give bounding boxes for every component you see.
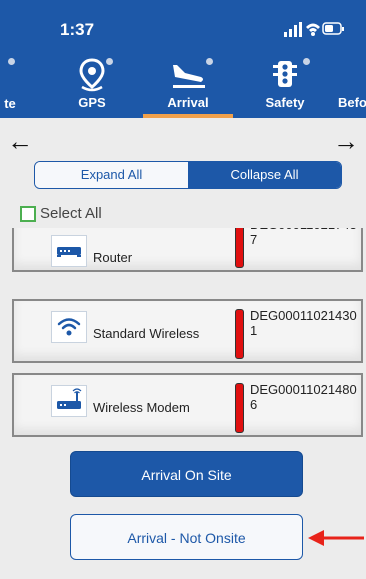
tab-indicator-dot bbox=[206, 58, 213, 65]
device-card-standard-wireless[interactable]: Standard Wireless DEG000110214301 bbox=[12, 299, 363, 363]
status-indicator bbox=[235, 383, 244, 433]
device-card-router[interactable]: Router DEG000110217437 bbox=[12, 228, 363, 272]
tab-gps[interactable]: GPS bbox=[60, 55, 124, 117]
device-list: Router DEG000110217437 Standard Wireless… bbox=[0, 228, 366, 453]
app-header: 1:37 te GPS Arrival Safety Befo bbox=[0, 0, 366, 118]
wifi-icon bbox=[51, 311, 87, 343]
device-name: Standard Wireless bbox=[93, 326, 200, 341]
tab-indicator-dot bbox=[8, 58, 15, 65]
tab-indicator-dot bbox=[106, 58, 113, 65]
tab-label: Befo bbox=[338, 95, 366, 110]
tab-label: Arrival bbox=[167, 95, 209, 110]
tab-label: GPS bbox=[78, 95, 106, 110]
tab-label: Safety bbox=[265, 95, 305, 110]
status-icons bbox=[284, 22, 344, 37]
status-bar: 1:37 bbox=[0, 0, 366, 62]
tab-partial-right[interactable]: Befo bbox=[336, 55, 366, 117]
select-all-label: Select All bbox=[40, 205, 102, 222]
signal-icon bbox=[284, 22, 302, 37]
location-pin-icon bbox=[79, 58, 105, 92]
select-all-checkbox[interactable] bbox=[20, 206, 36, 222]
tab-safety[interactable]: Safety bbox=[250, 55, 320, 117]
airplane-landing-icon bbox=[173, 65, 205, 88]
forward-arrow-icon[interactable]: → bbox=[326, 124, 366, 158]
back-arrow-icon[interactable]: ← bbox=[0, 124, 40, 158]
arrival-not-onsite-button[interactable]: Arrival - Not Onsite bbox=[70, 514, 303, 560]
battery-icon bbox=[322, 22, 344, 35]
tab-partial-left[interactable]: te bbox=[0, 55, 30, 117]
wireless-modem-icon bbox=[51, 385, 87, 417]
wifi-status-icon bbox=[306, 23, 320, 36]
status-time: 1:37 bbox=[60, 20, 95, 39]
tab-indicator-dot bbox=[303, 58, 310, 65]
tab-arrival[interactable]: Arrival bbox=[143, 55, 233, 117]
collapse-all-button[interactable]: Collapse All bbox=[188, 162, 341, 188]
tab-bar: te GPS Arrival Safety Befo bbox=[0, 55, 366, 117]
tab-label: te bbox=[4, 96, 16, 111]
device-name: Router bbox=[93, 250, 133, 265]
status-indicator bbox=[235, 309, 244, 359]
nav-row: ← → bbox=[0, 120, 366, 160]
device-id: DEG000110214806 bbox=[250, 382, 357, 412]
expand-all-button[interactable]: Expand All bbox=[35, 162, 188, 188]
status-indicator bbox=[235, 228, 244, 268]
expand-collapse-toggle: Expand All Collapse All bbox=[34, 161, 342, 189]
annotation-arrow-icon bbox=[308, 530, 364, 546]
arrival-on-site-button[interactable]: Arrival On Site bbox=[70, 451, 303, 497]
selected-tab-indicator bbox=[143, 114, 233, 118]
device-name: Wireless Modem bbox=[93, 400, 190, 415]
device-card-wireless-modem[interactable]: Wireless Modem DEG000110214806 bbox=[12, 373, 363, 437]
device-id: DEG000110214301 bbox=[250, 308, 357, 338]
router-icon bbox=[51, 235, 87, 267]
device-id: DEG000110217437 bbox=[250, 228, 357, 247]
